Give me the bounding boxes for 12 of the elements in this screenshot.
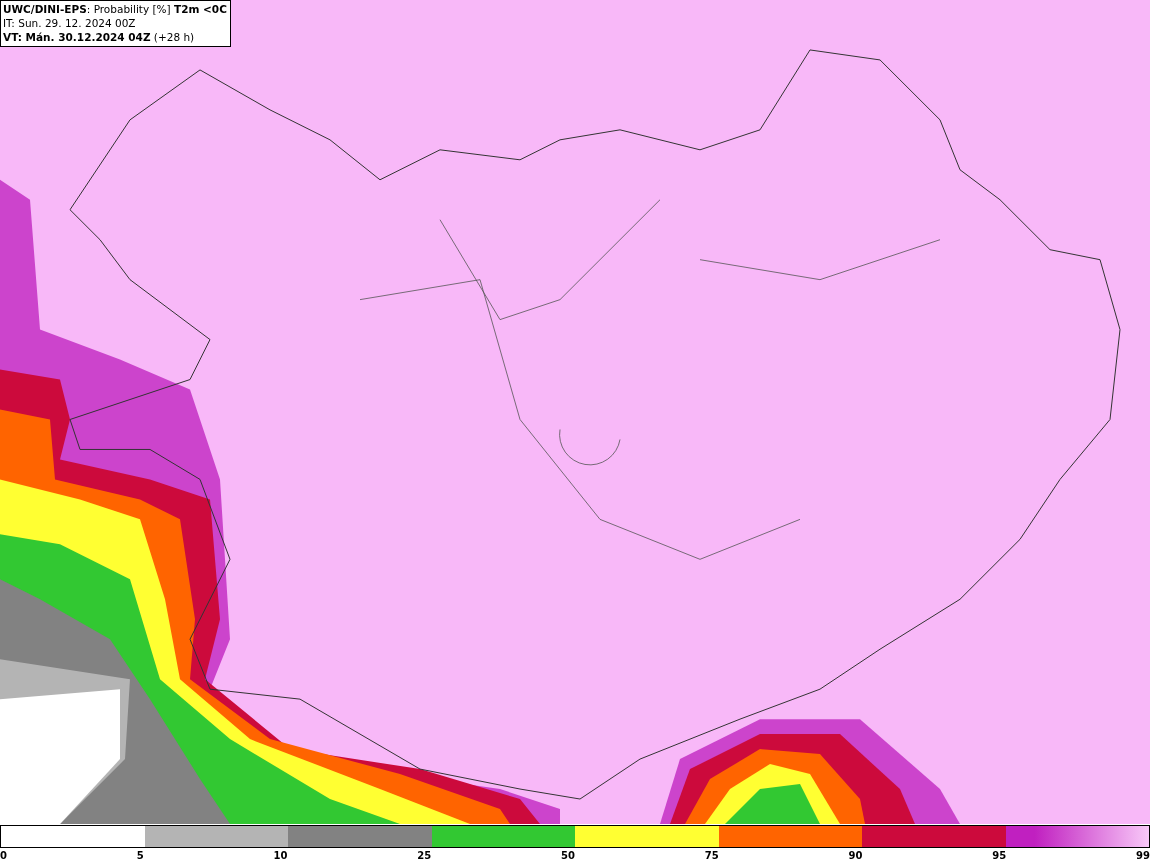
legend-tick-label: 75 xyxy=(704,849,719,863)
valid-time: VT: Mán. 30.12.2024 04Z (+28 h) xyxy=(3,30,196,44)
init-time: IT: Sun. 29. 12. 2024 00Z xyxy=(3,16,137,30)
legend-tick-label: 50 xyxy=(561,849,575,863)
legend-tick-label: 99 xyxy=(1135,849,1150,863)
legend-tick-label: 10 xyxy=(273,849,288,863)
legend-tick-label: 0 xyxy=(0,849,7,863)
map-title: UWC/DINI-EPS: Probability [%] T2m <0C xyxy=(3,2,227,16)
legend-tick-label: 25 xyxy=(417,849,432,863)
legend-tick-label: 90 xyxy=(848,849,863,863)
legend-tick-label: 5 xyxy=(136,849,144,863)
legend-tick-label: 95 xyxy=(992,849,1007,863)
